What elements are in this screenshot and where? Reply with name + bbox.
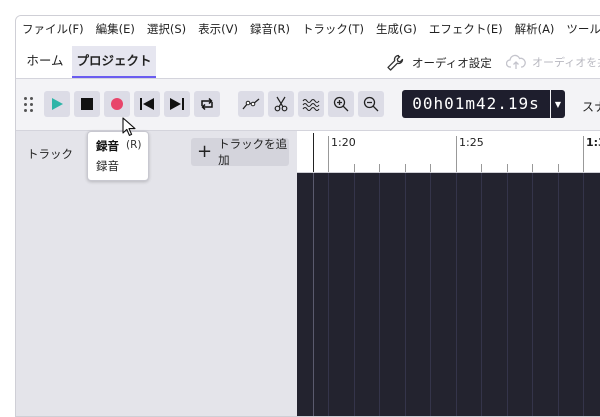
plus-icon: + <box>197 141 213 162</box>
loop-icon <box>201 97 213 111</box>
skip-start-button[interactable] <box>134 91 160 117</box>
ruler-tick <box>481 164 482 172</box>
skip-end-icon <box>170 98 184 110</box>
grid-line <box>405 173 406 416</box>
zoom-out-icon <box>363 96 379 112</box>
snap-label: スナ <box>582 100 600 114</box>
ruler-tick <box>430 164 431 172</box>
skip-start-icon <box>140 98 154 110</box>
chevron-down-icon: ▼ <box>554 99 562 109</box>
grid-line <box>481 173 482 416</box>
wrench-icon <box>387 54 404 71</box>
envelope-icon <box>242 98 260 110</box>
split-tool-button[interactable] <box>268 91 294 117</box>
menu-edit[interactable]: 編集(E) <box>96 21 135 37</box>
tabs-row: ホーム プロジェクト オーディオ設定 オーディオを共 <box>16 42 600 79</box>
toolbar-grip-icon[interactable] <box>24 97 34 113</box>
zoom-in-button[interactable] <box>328 91 354 117</box>
record-tooltip: 録音 (R) 録音 <box>87 131 149 181</box>
menu-effect[interactable]: エフェクト(E) <box>429 21 503 37</box>
menu-record[interactable]: 録音(R) <box>250 21 290 37</box>
add-track-label: トラックを追加 <box>218 137 288 167</box>
grid-line <box>456 173 457 416</box>
ruler-tick <box>379 164 380 172</box>
grid-line <box>430 173 431 416</box>
grid-line <box>354 173 355 416</box>
zoom-in-icon <box>333 96 349 112</box>
tooltip-description: 録音 <box>96 159 119 173</box>
grid-line <box>532 173 533 416</box>
playhead-line <box>313 173 314 416</box>
grid-line <box>507 173 508 416</box>
audio-settings-label: オーディオ設定 <box>412 56 492 70</box>
record-button[interactable] <box>104 91 130 117</box>
ruler-tick <box>405 164 406 172</box>
audio-share-button[interactable]: オーディオを共 <box>506 54 600 70</box>
menu-tracks[interactable]: トラック(T) <box>302 21 364 37</box>
playhead-marker[interactable] <box>313 133 314 172</box>
menu-file[interactable]: ファイル(F) <box>22 21 84 37</box>
ruler-label: 1:3 <box>586 136 600 149</box>
play-icon <box>52 98 63 110</box>
toolbar: 00h01m42.19s ▼ スナ <box>16 79 600 131</box>
audio-share-label: オーディオを共 <box>532 56 600 69</box>
ruler-label: 1:25 <box>459 136 484 149</box>
cloud-upload-icon <box>506 54 526 69</box>
zoom-out-button[interactable] <box>358 91 384 117</box>
time-display[interactable]: 00h01m42.19s <box>402 90 550 118</box>
ruler-tick <box>558 164 559 172</box>
track-header-panel: トラック + トラックを追加 <box>16 131 297 416</box>
scissors-icon <box>274 96 288 112</box>
ruler-tick <box>456 136 457 172</box>
record-icon <box>111 98 123 110</box>
menu-analyze[interactable]: 解析(A) <box>515 21 555 37</box>
envelope-tool-button[interactable] <box>238 91 264 117</box>
tooltip-shortcut: (R) <box>126 139 142 151</box>
loop-button[interactable] <box>194 91 220 117</box>
tracks-label: トラック <box>27 147 73 161</box>
skip-end-button[interactable] <box>164 91 190 117</box>
tab-project[interactable]: プロジェクト <box>72 46 156 78</box>
time-format-dropdown[interactable]: ▼ <box>551 90 565 118</box>
wave-icon <box>302 98 320 111</box>
menu-view[interactable]: 表示(V) <box>198 21 238 37</box>
ruler-label: 1:20 <box>331 136 356 149</box>
audio-settings-button[interactable]: オーディオ設定 <box>386 54 492 72</box>
grid-line <box>558 173 559 416</box>
grid-line <box>583 173 584 416</box>
add-track-button[interactable]: + トラックを追加 <box>191 137 289 167</box>
app-window: ファイル(F) 編集(E) 選択(S) 表示(V) 録音(R) トラック(T) … <box>15 15 600 417</box>
menu-tools[interactable]: ツール(T <box>566 21 600 37</box>
grid-line <box>328 173 329 416</box>
track-area[interactable] <box>297 173 600 416</box>
ruler-tick <box>354 164 355 172</box>
grid-line <box>379 173 380 416</box>
ruler-tick <box>583 136 584 172</box>
ruler-tick <box>507 164 508 172</box>
timeline-ruler[interactable]: 1:20 1:25 1:3 <box>297 131 600 173</box>
tooltip-title: 録音 <box>96 139 119 153</box>
ruler-tick <box>532 164 533 172</box>
menu-generate[interactable]: 生成(G) <box>376 21 417 37</box>
menu-bar: ファイル(F) 編集(E) 選択(S) 表示(V) 録音(R) トラック(T) … <box>16 16 600 42</box>
tab-home[interactable]: ホーム <box>20 46 70 76</box>
stop-button[interactable] <box>74 91 100 117</box>
mouse-cursor-icon <box>122 117 136 136</box>
menu-select[interactable]: 選択(S) <box>147 21 186 37</box>
ruler-tick <box>328 136 329 172</box>
play-button[interactable] <box>44 91 70 117</box>
stop-icon <box>81 98 93 110</box>
multi-tool-button[interactable] <box>298 91 324 117</box>
